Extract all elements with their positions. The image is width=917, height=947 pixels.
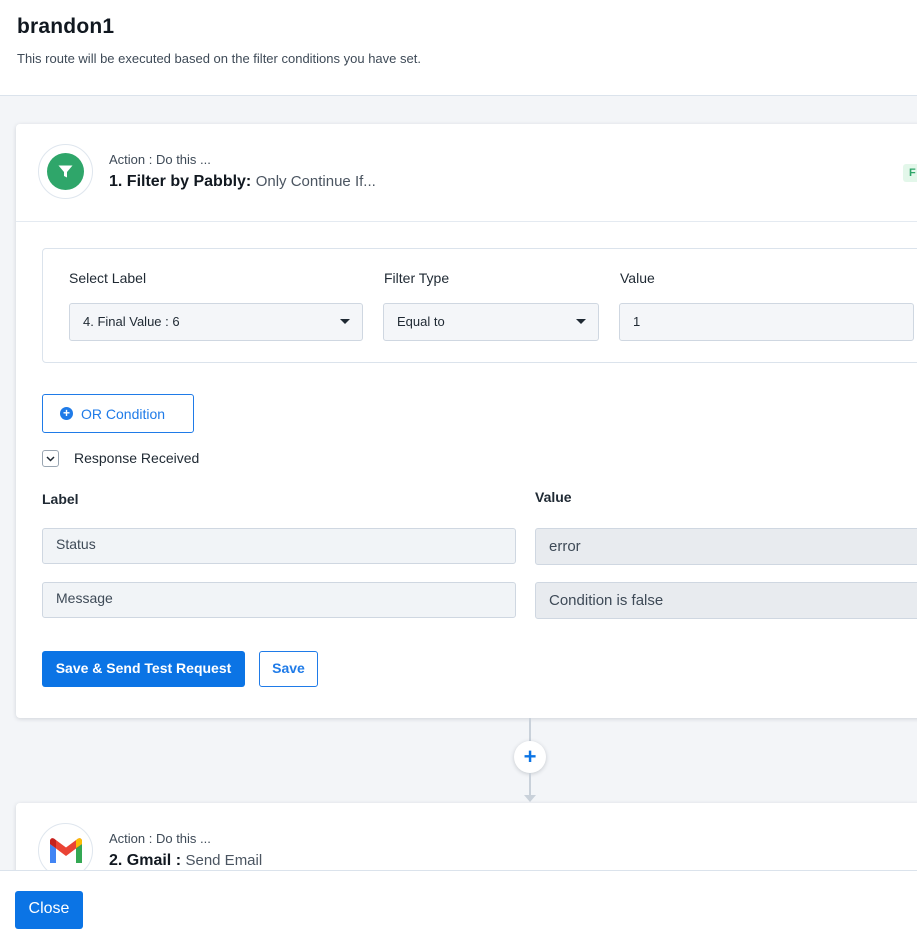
page-header: brandon1 This route will be executed bas… bbox=[0, 0, 917, 96]
response-label-heading: Label bbox=[42, 491, 79, 507]
step-event-name: Send Email bbox=[185, 852, 263, 869]
or-condition-button[interactable]: + OR Condition bbox=[42, 394, 194, 433]
step-action-caption: Action : Do this ... bbox=[109, 831, 211, 846]
card-divider bbox=[16, 221, 917, 222]
close-button[interactable]: Close bbox=[15, 891, 83, 929]
select-label-value: 4. Final Value : 6 bbox=[83, 314, 180, 329]
step-app-name: 1. Filter by Pabbly: bbox=[109, 173, 252, 190]
response-value-field: error bbox=[535, 528, 917, 565]
connector-line bbox=[529, 718, 531, 742]
response-value-field: Condition is false bbox=[535, 582, 917, 619]
filter-step-card: Action : Do this ... 1. Filter by Pabbly… bbox=[16, 124, 917, 718]
save-and-send-test-button[interactable]: Save & Send Test Request bbox=[42, 651, 245, 687]
filter-condition-box: Select Label 4. Final Value : 6 Filter T… bbox=[42, 248, 917, 363]
step-action-caption: Action : Do this ... bbox=[109, 152, 211, 167]
step-app-name: 2. Gmail : bbox=[109, 852, 182, 869]
value-input[interactable]: 1 bbox=[619, 303, 914, 341]
filter-type-heading: Filter Type bbox=[384, 270, 450, 286]
status-badge: F bbox=[903, 164, 917, 182]
arrow-down-icon bbox=[524, 795, 536, 802]
response-toggle[interactable] bbox=[42, 450, 59, 467]
filter-type-dropdown[interactable]: Equal to bbox=[383, 303, 599, 341]
filter-type-value: Equal to bbox=[397, 314, 445, 329]
chevron-down-icon bbox=[576, 319, 586, 324]
filter-icon bbox=[47, 153, 84, 190]
response-label-field: Status bbox=[42, 528, 516, 564]
step-title[interactable]: 1. Filter by Pabbly: Only Continue If... bbox=[109, 173, 376, 191]
step-title[interactable]: 2. Gmail : Send Email bbox=[109, 852, 262, 870]
value-input-text: 1 bbox=[633, 314, 641, 329]
connector-line bbox=[529, 773, 531, 795]
select-label-heading: Select Label bbox=[69, 270, 147, 286]
page-subtitle: This route will be executed based on the… bbox=[17, 51, 421, 66]
page-title: brandon1 bbox=[17, 15, 115, 38]
chevron-down-icon bbox=[340, 319, 350, 324]
response-received-label: Response Received bbox=[74, 450, 200, 466]
save-button[interactable]: Save bbox=[259, 651, 318, 687]
value-heading: Value bbox=[620, 270, 655, 286]
add-step-button[interactable]: + bbox=[514, 741, 546, 773]
response-label-field: Message bbox=[42, 582, 516, 618]
select-label-dropdown[interactable]: 4. Final Value : 6 bbox=[69, 303, 363, 341]
filter-app-icon-wrap bbox=[38, 144, 93, 199]
chevron-down-icon bbox=[46, 455, 55, 462]
step-event-name: Only Continue If... bbox=[255, 173, 376, 190]
plus-circle-icon: + bbox=[60, 407, 73, 420]
response-value-heading: Value bbox=[535, 489, 572, 505]
or-condition-label: OR Condition bbox=[81, 405, 166, 422]
gmail-icon bbox=[49, 837, 82, 863]
modal-footer: Close bbox=[0, 870, 917, 947]
